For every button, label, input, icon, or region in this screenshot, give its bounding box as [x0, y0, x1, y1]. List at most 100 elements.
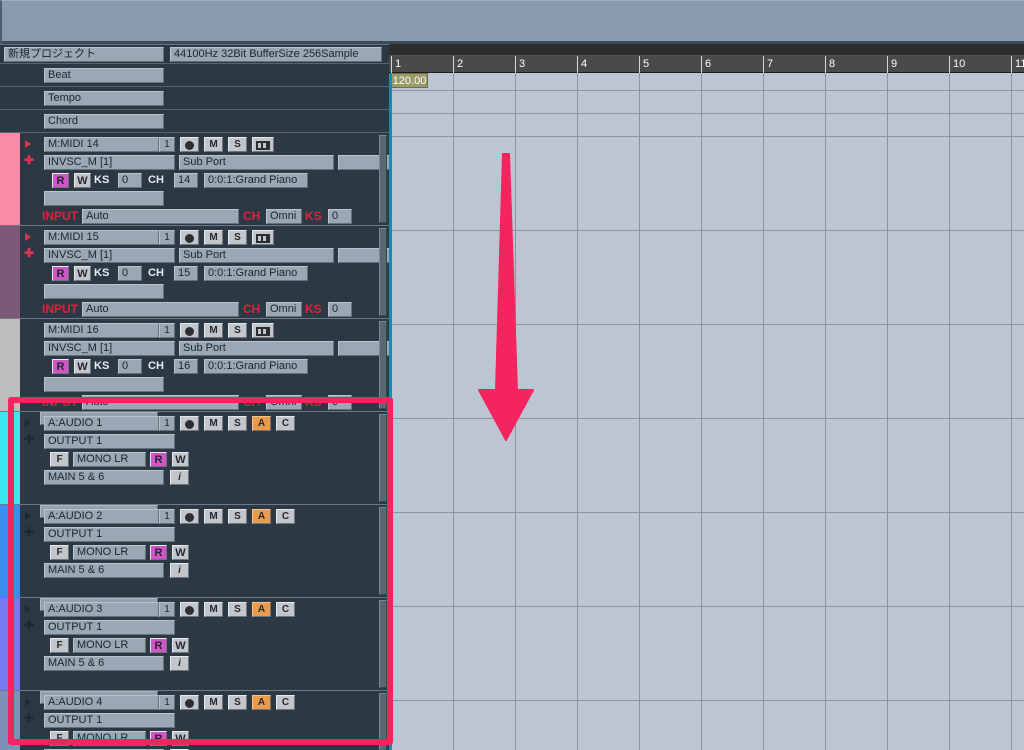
read-automation-button[interactable]: R — [150, 731, 167, 746]
auto-button[interactable]: A — [252, 695, 271, 710]
info-button[interactable]: i — [170, 470, 189, 485]
bar-marker[interactable]: 9 — [887, 56, 897, 73]
track-name-field[interactable]: M:MIDI 16 — [44, 323, 159, 338]
track-scrollbar[interactable] — [379, 414, 387, 502]
track-list-panel[interactable]: 新規プロジェクト 44100Hz 32Bit BufferSize 256Sam… — [0, 44, 389, 750]
track-color-strip[interactable] — [0, 133, 20, 225]
output-field[interactable]: OUTPUT 1 — [44, 713, 175, 728]
record-enable-button[interactable] — [180, 137, 199, 152]
main-bus-field[interactable]: MAIN 5 & 6 — [44, 563, 164, 578]
write-automation-button[interactable]: W — [74, 173, 91, 188]
record-enable-button[interactable] — [180, 323, 199, 338]
input-source-field[interactable]: Auto — [82, 302, 239, 317]
output-field[interactable]: OUTPUT 1 — [44, 527, 175, 542]
add-lane-plus-icon[interactable]: ✚ — [24, 712, 34, 724]
record-enable-button[interactable] — [180, 509, 199, 524]
freeze-button[interactable]: F — [50, 731, 69, 746]
patch-field[interactable]: 0:0:1:Grand Piano — [204, 173, 308, 188]
write-automation-button[interactable]: W — [74, 359, 91, 374]
midi-keyboard-icon[interactable] — [252, 323, 274, 338]
channel-button[interactable]: C — [276, 416, 295, 431]
track-scrollbar[interactable] — [379, 228, 387, 316]
bar-marker[interactable]: 4 — [577, 56, 587, 73]
track-color-strip[interactable] — [0, 412, 20, 504]
track-expand-column[interactable]: ✚ — [22, 598, 40, 690]
expand-triangle-icon[interactable] — [25, 512, 31, 520]
record-enable-button[interactable] — [180, 602, 199, 617]
write-automation-button[interactable]: W — [74, 266, 91, 281]
midi-keyboard-icon[interactable] — [252, 137, 274, 152]
track-row-audio-2[interactable]: ✚ A:AUDIO 2 1 M S A C OUTPUT 1 F MONO LR… — [0, 505, 389, 598]
track-color-strip[interactable] — [0, 505, 20, 597]
input-ch-field[interactable]: Omni — [266, 395, 302, 410]
track-number-field[interactable]: 1 — [159, 602, 175, 617]
mute-button[interactable]: M — [204, 602, 223, 617]
chord-track-label[interactable]: Chord — [44, 114, 164, 129]
track-color-strip[interactable] — [0, 691, 20, 750]
bar-marker[interactable]: 2 — [453, 56, 463, 73]
add-lane-plus-icon[interactable]: ✚ — [24, 247, 34, 259]
expand-triangle-icon[interactable] — [25, 233, 31, 241]
track-name-field[interactable]: M:MIDI 14 — [44, 137, 159, 152]
patch-field[interactable]: 0:0:1:Grand Piano — [204, 359, 308, 374]
solo-button[interactable]: S — [228, 509, 247, 524]
secondary-field[interactable] — [44, 284, 164, 299]
input-ks-field[interactable]: 0 — [328, 209, 352, 224]
read-automation-button[interactable]: R — [52, 266, 69, 281]
secondary-field[interactable] — [44, 377, 164, 392]
input-ch-field[interactable]: Omni — [266, 302, 302, 317]
bar-marker[interactable]: 1 — [391, 56, 401, 73]
read-automation-button[interactable]: R — [150, 452, 167, 467]
auto-button[interactable]: A — [252, 416, 271, 431]
bar-ruler[interactable]: 1 2 3 4 5 6 7 8 9 10 11 — [389, 56, 1024, 73]
port-field[interactable]: Sub Port — [179, 248, 334, 263]
track-color-strip[interactable] — [0, 598, 20, 690]
port-field[interactable]: Sub Port — [179, 155, 334, 170]
track-scrollbar[interactable] — [379, 600, 387, 688]
bar-marker[interactable]: 6 — [701, 56, 711, 73]
track-scrollbar[interactable] — [379, 507, 387, 595]
ch-value-field[interactable]: 14 — [174, 173, 198, 188]
track-number-field[interactable]: 1 — [159, 137, 175, 152]
mute-button[interactable]: M — [204, 509, 223, 524]
track-number-field[interactable]: 1 — [159, 695, 175, 710]
add-lane-plus-icon[interactable]: ✚ — [24, 619, 34, 631]
midi-keyboard-icon[interactable] — [252, 230, 274, 245]
read-automation-button[interactable]: R — [52, 359, 69, 374]
track-row-audio-1[interactable]: ✚ A:AUDIO 1 1 M S A C OUTPUT 1 F MONO LR… — [0, 412, 389, 505]
solo-button[interactable]: S — [228, 416, 247, 431]
input-source-field[interactable]: Auto — [82, 209, 239, 224]
write-automation-button[interactable]: W — [172, 638, 189, 653]
mute-button[interactable]: M — [204, 230, 223, 245]
solo-button[interactable]: S — [228, 137, 247, 152]
track-expand-column[interactable]: ✚ — [22, 319, 40, 411]
channel-button[interactable]: C — [276, 509, 295, 524]
bar-marker[interactable]: 8 — [825, 56, 835, 73]
track-name-field[interactable]: A:AUDIO 3 — [44, 602, 159, 617]
output-field[interactable]: OUTPUT 1 — [44, 434, 175, 449]
bar-marker[interactable]: 10 — [949, 56, 965, 73]
add-lane-plus-icon[interactable]: ✚ — [24, 526, 34, 538]
mono-mode-field[interactable]: MONO LR — [73, 545, 146, 560]
track-color-strip[interactable] — [0, 226, 20, 318]
instrument-field[interactable]: INVSC_M [1] — [44, 248, 175, 263]
mono-mode-field[interactable]: MONO LR — [73, 452, 146, 467]
channel-button[interactable]: C — [276, 602, 295, 617]
mono-mode-field[interactable]: MONO LR — [73, 638, 146, 653]
track-name-field[interactable]: A:AUDIO 2 — [44, 509, 159, 524]
auto-button[interactable]: A — [252, 509, 271, 524]
write-automation-button[interactable]: W — [172, 452, 189, 467]
bar-marker[interactable]: 3 — [515, 56, 525, 73]
track-name-field[interactable]: M:MIDI 15 — [44, 230, 159, 245]
tempo-track-row[interactable]: Tempo — [0, 87, 389, 110]
expand-triangle-icon[interactable] — [25, 419, 31, 427]
track-name-field[interactable]: A:AUDIO 1 — [44, 416, 159, 431]
track-scrollbar[interactable] — [379, 693, 387, 750]
output-field[interactable]: OUTPUT 1 — [44, 620, 175, 635]
track-row-audio-4[interactable]: ✚ A:AUDIO 4 1 M S A C OUTPUT 1 F MONO LR… — [0, 691, 389, 750]
timeline-grid[interactable] — [389, 73, 1024, 750]
input-ch-field[interactable]: Omni — [266, 209, 302, 224]
solo-button[interactable]: S — [228, 602, 247, 617]
track-row-midi-14[interactable]: ✚ M:MIDI 14 1 M S INVSC_M [1] Sub Port R… — [0, 133, 389, 226]
read-automation-button[interactable]: R — [150, 545, 167, 560]
